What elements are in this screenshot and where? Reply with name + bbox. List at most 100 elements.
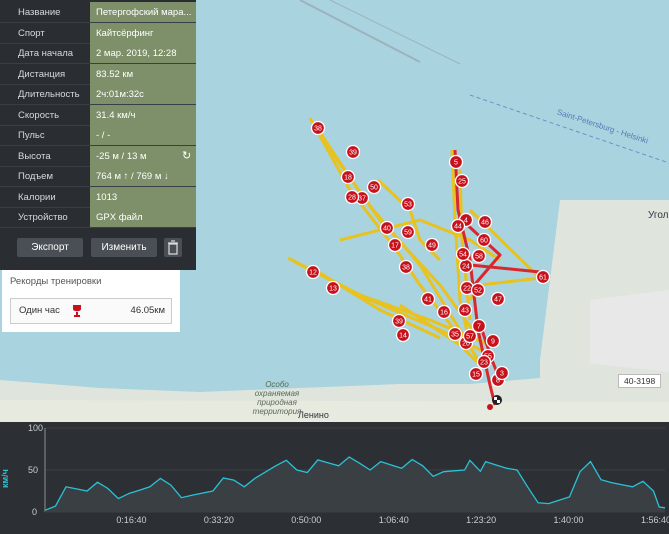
info-value-cell: 2ч:01м:32с bbox=[90, 84, 196, 104]
x-tick-label: 1:40:00 bbox=[553, 515, 584, 525]
lap-marker-label: 39 bbox=[349, 150, 357, 157]
info-value-cell: 2 мар. 2019, 12:28 bbox=[90, 43, 196, 63]
info-value: GPX файл bbox=[96, 212, 143, 223]
lap-marker[interactable]: 44 bbox=[450, 218, 466, 234]
lap-marker[interactable]: 24 bbox=[458, 258, 474, 274]
info-value: Кайтсёрфинг bbox=[96, 27, 154, 39]
info-key: Длительность bbox=[18, 89, 80, 100]
lap-marker-label: 12 bbox=[309, 270, 317, 277]
lap-marker-label: 52 bbox=[474, 288, 482, 295]
lap-marker[interactable]: 46 bbox=[477, 214, 493, 230]
info-value: 2ч:01м:32с bbox=[96, 89, 144, 100]
place-label-lenino: Ленино bbox=[298, 410, 329, 420]
lap-marker-label: 39 bbox=[395, 319, 403, 326]
workout-records-card: Рекорды тренировки Один час 46.05км bbox=[2, 270, 180, 332]
info-value: 83.52 км bbox=[96, 68, 134, 80]
info-value: Петергофский мара... bbox=[96, 7, 192, 18]
lap-marker[interactable]: 5 bbox=[448, 154, 464, 170]
info-key: Дата начала bbox=[18, 48, 74, 59]
edit-button[interactable]: Изменить bbox=[91, 238, 157, 257]
lap-marker[interactable]: 49 bbox=[424, 237, 440, 253]
lap-marker[interactable]: 40 bbox=[379, 220, 395, 236]
lap-marker-label: 53 bbox=[404, 202, 412, 209]
lap-marker[interactable]: 28 bbox=[344, 189, 360, 205]
lap-marker[interactable]: 41 bbox=[420, 291, 436, 307]
lap-marker[interactable]: 15 bbox=[468, 366, 484, 382]
lap-marker[interactable]: 38 bbox=[398, 259, 414, 275]
lap-marker[interactable]: 39 bbox=[345, 144, 361, 160]
info-row: Устройство GPX файл bbox=[0, 207, 196, 228]
delete-button[interactable] bbox=[164, 238, 182, 257]
info-key: Калории bbox=[18, 191, 56, 203]
chart-y-label: км/ч bbox=[0, 469, 10, 488]
info-key: Спорт bbox=[18, 27, 45, 39]
lap-marker[interactable]: 61 bbox=[535, 269, 551, 285]
info-row: Название Петергофский мара... bbox=[0, 2, 196, 23]
road-badge: 40-3198 bbox=[618, 374, 662, 388]
lap-marker[interactable]: 14 bbox=[395, 327, 411, 343]
lap-marker[interactable]: 12 bbox=[305, 264, 321, 280]
info-row: Спорт Кайтсёрфинг bbox=[0, 22, 196, 44]
lap-marker[interactable]: 60 bbox=[476, 232, 492, 248]
info-value-cell: - / - bbox=[90, 125, 196, 145]
trophy-icon bbox=[73, 305, 81, 317]
lap-marker[interactable]: 39 bbox=[391, 313, 407, 329]
info-value-cell: Петергофский мара... bbox=[90, 2, 196, 22]
info-row: Пульс - / - bbox=[0, 125, 196, 146]
info-row: Высота -25 м / 13 м ↻ bbox=[0, 145, 196, 167]
lap-marker[interactable]: 50 bbox=[366, 179, 382, 195]
info-row: Дистанция 83.52 км bbox=[0, 63, 196, 85]
lap-marker[interactable]: 17 bbox=[387, 237, 403, 253]
info-value-cell: Кайтсёрфинг bbox=[90, 22, 196, 43]
info-row: Подъем 764 м ↑ / 769 м ↓ bbox=[0, 166, 196, 187]
lap-marker-label: 16 bbox=[440, 310, 448, 317]
lap-marker[interactable]: 18 bbox=[340, 169, 356, 185]
lap-marker-label: 46 bbox=[481, 220, 489, 227]
lap-marker-label: 3 bbox=[500, 371, 504, 378]
speed-area bbox=[45, 457, 665, 512]
record-item[interactable]: Один час 46.05км bbox=[10, 298, 172, 324]
trash-icon bbox=[168, 240, 178, 255]
info-row: Дата начала 2 мар. 2019, 12:28 bbox=[0, 43, 196, 64]
lap-marker-label: 49 bbox=[428, 243, 436, 250]
info-value: 1013 bbox=[96, 191, 118, 203]
lap-marker[interactable]: 43 bbox=[457, 302, 473, 318]
lap-marker-label: 23 bbox=[480, 360, 488, 367]
lap-marker[interactable]: 9 bbox=[485, 333, 501, 349]
lap-marker-label: 50 bbox=[370, 185, 378, 192]
y-tick-50: 50 bbox=[28, 465, 39, 475]
x-tick-label: 1:23:20 bbox=[466, 515, 497, 525]
lap-marker-label: 37 bbox=[358, 196, 366, 203]
lap-marker[interactable]: 52 bbox=[470, 282, 486, 298]
lap-marker[interactable]: 7 bbox=[471, 318, 487, 334]
lap-marker-label: 61 bbox=[539, 275, 547, 282]
lap-marker-label: 60 bbox=[480, 238, 488, 245]
x-tick-label: 0:33:20 bbox=[203, 515, 234, 525]
info-value: 2 мар. 2019, 12:28 bbox=[96, 48, 177, 59]
lap-marker[interactable]: 23 bbox=[476, 354, 492, 370]
workout-info-panel: Название Петергофский мара... Спорт Кайтсёр… bbox=[0, 0, 196, 270]
lap-marker[interactable]: 35 bbox=[447, 326, 463, 342]
lap-marker[interactable]: 13 bbox=[325, 280, 341, 296]
lap-marker-label: 18 bbox=[344, 175, 352, 182]
lap-marker[interactable]: 38 bbox=[310, 120, 326, 136]
lap-marker[interactable]: 58 bbox=[471, 248, 487, 264]
lap-marker[interactable]: 47 bbox=[490, 291, 506, 307]
lap-marker-label: 38 bbox=[314, 126, 322, 133]
lap-marker[interactable]: 53 bbox=[400, 196, 416, 212]
info-value-cell: -25 м / 13 м bbox=[90, 145, 196, 166]
info-value-cell: 1013 bbox=[90, 186, 196, 207]
lap-marker-label: 24 bbox=[462, 264, 470, 271]
export-button[interactable]: Экспорт bbox=[17, 238, 83, 257]
lap-marker[interactable]: 54 bbox=[455, 246, 471, 262]
info-value-cell: 764 м ↑ / 769 м ↓ bbox=[90, 166, 196, 186]
lap-marker[interactable]: 59 bbox=[400, 224, 416, 240]
refresh-icon[interactable]: ↻ bbox=[182, 149, 191, 162]
y-tick-0: 0 bbox=[32, 507, 38, 517]
lap-marker-label: 40 bbox=[383, 226, 391, 233]
info-value: 31.4 км/ч bbox=[96, 109, 136, 121]
lap-marker[interactable]: 25 bbox=[454, 173, 470, 189]
lap-marker[interactable]: 16 bbox=[436, 304, 452, 320]
info-key: Пульс bbox=[18, 130, 45, 141]
lap-marker[interactable]: 3 bbox=[494, 365, 510, 381]
